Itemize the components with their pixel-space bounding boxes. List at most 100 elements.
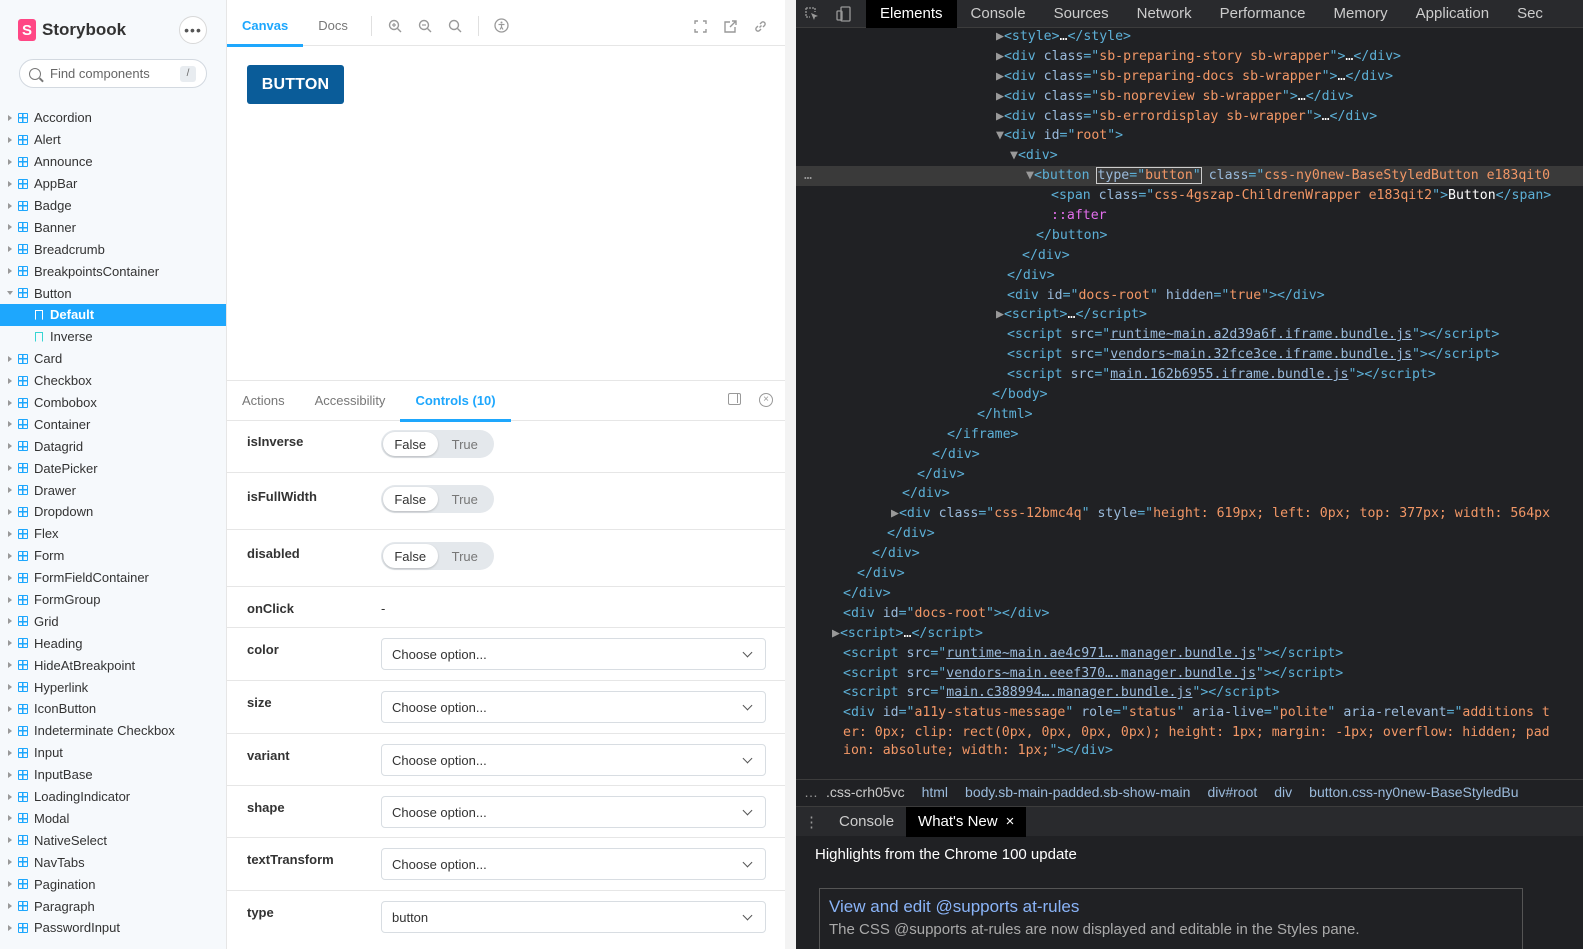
toggle-false[interactable]: False <box>383 544 438 568</box>
devtools-tab[interactable]: Performance <box>1206 0 1320 28</box>
sidebar-item[interactable]: Input <box>0 742 226 764</box>
toggle-false[interactable]: False <box>383 487 438 511</box>
variant-select[interactable]: Choose option... <box>381 744 766 776</box>
sidebar-item[interactable]: Pagination <box>0 873 226 895</box>
sidebar-item[interactable]: DatePicker <box>0 457 226 479</box>
tab-controls[interactable]: Controls (10) <box>400 381 511 422</box>
isinverse-toggle[interactable]: False True <box>381 430 494 458</box>
shape-select[interactable]: Choose option... <box>381 796 766 828</box>
sidebar-item[interactable]: Card <box>0 348 226 370</box>
fullscreen-icon[interactable] <box>685 6 715 46</box>
sidebar-item[interactable]: Grid <box>0 610 226 632</box>
sidebar-item[interactable]: Checkbox <box>0 370 226 392</box>
search-input[interactable] <box>50 66 170 81</box>
inspect-element-icon[interactable] <box>796 0 828 28</box>
panel-orientation-icon[interactable] <box>728 393 741 405</box>
sidebar-item[interactable]: Indeterminate Checkbox <box>0 720 226 742</box>
devtools-tab[interactable]: Application <box>1402 0 1503 28</box>
sidebar-item[interactable]: Alert <box>0 129 226 151</box>
sidebar-item[interactable]: Container <box>0 413 226 435</box>
sidebar-item[interactable]: Accordion <box>0 107 226 129</box>
devtools-tab[interactable]: Console <box>957 0 1040 28</box>
devtools-tab[interactable]: Sec <box>1503 0 1557 28</box>
dom-breadcrumb-item[interactable]: div <box>1274 784 1292 800</box>
dom-breadcrumb-item[interactable]: button.css-ny0new-BaseStyledBu <box>1309 784 1518 800</box>
accessibility-icon[interactable] <box>487 6 517 46</box>
close-panel-icon[interactable]: × <box>759 393 773 407</box>
sidebar-item[interactable]: Default <box>0 304 226 326</box>
toggle-true[interactable]: True <box>438 487 493 511</box>
tab-actions[interactable]: Actions <box>227 381 300 421</box>
size-select[interactable]: Choose option... <box>381 691 766 723</box>
drawer-menu-icon[interactable]: ⋮ <box>796 807 827 837</box>
color-select[interactable]: Choose option... <box>381 638 766 670</box>
toggle-true[interactable]: True <box>438 432 493 456</box>
isfullwidth-toggle[interactable]: False True <box>381 485 494 513</box>
toggle-true[interactable]: True <box>438 544 493 568</box>
sidebar-item[interactable]: AppBar <box>0 173 226 195</box>
sidebar-item[interactable]: Paragraph <box>0 895 226 917</box>
devtools-tab[interactable]: Memory <box>1320 0 1402 28</box>
tab-accessibility[interactable]: Accessibility <box>300 381 401 421</box>
more-icon[interactable]: … <box>804 784 818 800</box>
sidebar-item[interactable]: Form <box>0 545 226 567</box>
sidebar-item[interactable]: Combobox <box>0 392 226 414</box>
dom-breadcrumb-item[interactable]: div#root <box>1207 784 1257 800</box>
device-toolbar-icon[interactable] <box>828 0 860 28</box>
tab-docs[interactable]: Docs <box>303 6 363 46</box>
component-icon <box>18 112 28 123</box>
control-name: size <box>247 695 272 710</box>
preview-button[interactable]: BUTTON <box>247 65 344 104</box>
sidebar-item[interactable]: Datagrid <box>0 435 226 457</box>
sidebar-item[interactable]: BreakpointsContainer <box>0 260 226 282</box>
copy-link-icon[interactable] <box>745 6 775 46</box>
sidebar-item[interactable]: Inverse <box>0 326 226 348</box>
whats-new-card-link[interactable]: View and edit @supports at-rules <box>829 897 1513 917</box>
sidebar-item[interactable]: Badge <box>0 195 226 217</box>
devtools-tab[interactable]: Elements <box>866 0 957 28</box>
sidebar-item[interactable]: NavTabs <box>0 851 226 873</box>
sidebar-item[interactable]: Drawer <box>0 479 226 501</box>
sidebar-item[interactable]: Button <box>0 282 226 304</box>
sidebar-item[interactable]: PasswordInput <box>0 917 226 939</box>
dom-breadcrumb-item[interactable]: html <box>922 784 948 800</box>
storybook-logo-icon: S <box>18 19 36 41</box>
sidebar-item[interactable]: Heading <box>0 632 226 654</box>
sidebar-item[interactable]: Hyperlink <box>0 676 226 698</box>
sidebar-item[interactable]: Dropdown <box>0 501 226 523</box>
devtools-tab[interactable]: Sources <box>1040 0 1123 28</box>
sidebar-item[interactable]: FormFieldContainer <box>0 567 226 589</box>
storybook-logo[interactable]: S Storybook <box>18 18 126 42</box>
texttransform-select[interactable]: Choose option... <box>381 848 766 880</box>
sidebar-item[interactable]: HideAtBreakpoint <box>0 654 226 676</box>
dom-breadcrumb-item[interactable]: .css-crh05vc <box>826 784 905 800</box>
open-new-tab-icon[interactable] <box>715 6 745 46</box>
chevron-icon <box>8 924 12 931</box>
zoom-out-icon[interactable] <box>410 6 440 46</box>
drawer-tab-whats-new[interactable]: What's New × <box>906 806 1027 837</box>
sidebar-item[interactable]: Banner <box>0 216 226 238</box>
whats-new-heading: Highlights from the Chrome 100 update <box>815 846 1077 863</box>
search-box[interactable]: / <box>19 59 207 88</box>
sidebar-item[interactable]: FormGroup <box>0 589 226 611</box>
sidebar-item[interactable]: IconButton <box>0 698 226 720</box>
tab-canvas[interactable]: Canvas <box>227 6 304 47</box>
sidebar-item[interactable]: Announce <box>0 151 226 173</box>
sidebar-item[interactable]: Flex <box>0 523 226 545</box>
devtools-tab[interactable]: Network <box>1123 0 1206 28</box>
sidebar-menu-button[interactable]: ••• <box>179 16 207 44</box>
sidebar-item[interactable]: Breadcrumb <box>0 238 226 260</box>
sidebar-item[interactable]: InputBase <box>0 764 226 786</box>
drawer-tab-console[interactable]: Console <box>827 807 906 837</box>
zoom-reset-icon[interactable] <box>440 6 470 46</box>
toggle-false[interactable]: False <box>383 432 438 456</box>
sidebar-item[interactable]: NativeSelect <box>0 829 226 851</box>
disabled-toggle[interactable]: False True <box>381 542 494 570</box>
type-select[interactable]: button <box>381 901 766 933</box>
close-icon[interactable]: × <box>1006 813 1015 830</box>
sidebar-item[interactable]: Modal <box>0 808 226 830</box>
dom-breadcrumb-item[interactable]: body.sb-main-padded.sb-show-main <box>965 784 1190 800</box>
sidebar-item-label: Card <box>34 351 63 367</box>
zoom-in-icon[interactable] <box>380 6 410 46</box>
sidebar-item[interactable]: LoadingIndicator <box>0 786 226 808</box>
